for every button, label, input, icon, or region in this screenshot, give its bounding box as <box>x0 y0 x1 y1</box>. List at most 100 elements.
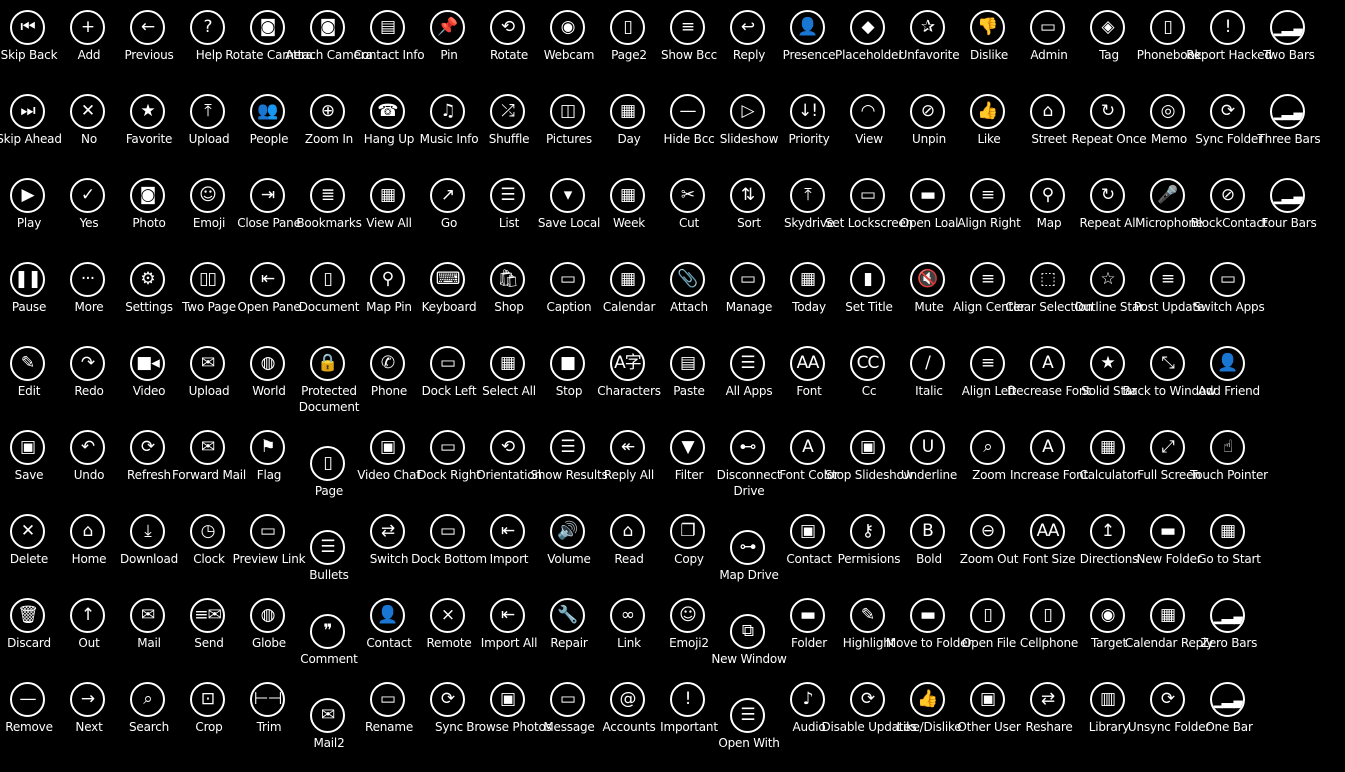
icon-button-stop[interactable]: ■ Stop <box>539 336 599 420</box>
icon-button-page2[interactable]: ▯ Page2 <box>599 0 659 84</box>
icon-button-send[interactable]: ≡✉ Send <box>179 588 239 672</box>
icon-button-search[interactable]: ⌕ Search <box>119 672 179 756</box>
icon-button-more[interactable]: ··· More <box>59 252 119 336</box>
icon-button-sort[interactable]: ⇅ Sort <box>719 168 779 252</box>
icon-button-pictures[interactable]: ◫ Pictures <box>539 84 599 168</box>
icon-button-protected-document[interactable]: 🔒 Protected Document <box>299 336 359 420</box>
icon-button-out[interactable]: ↑ Out <box>59 588 119 672</box>
icon-button-reshare[interactable]: ⇄ Reshare <box>1019 672 1079 756</box>
icon-button-open-file[interactable]: ▯ Open File <box>959 588 1019 672</box>
icon-button-bookmarks[interactable]: ≣ Bookmarks <box>296 168 362 252</box>
icon-button-hang-up[interactable]: ☎ Hang Up <box>359 84 419 168</box>
icon-button-link[interactable]: ∞ Link <box>599 588 659 672</box>
icon-button-show-results[interactable]: ☰ Show Results <box>530 420 608 504</box>
icon-button-tag[interactable]: ◈ Tag <box>1079 0 1139 84</box>
icon-button-keyboard[interactable]: ⌨ Keyboard <box>419 252 479 336</box>
icon-button-phone[interactable]: ✆ Phone <box>359 336 419 420</box>
icon-button-discard[interactable]: 🗑 Discard <box>0 588 59 672</box>
icon-button-import-all[interactable]: ⇤ Import All <box>479 588 539 672</box>
icon-button-zoom[interactable]: ⌕ Zoom <box>959 420 1019 504</box>
icon-button-upload-chat[interactable]: ✉ Upload <box>179 336 239 420</box>
icon-button-show-bcc[interactable]: ≡ Show Bcc <box>659 0 719 84</box>
icon-button-italic[interactable]: / Italic <box>899 336 959 420</box>
icon-button-cellphone[interactable]: ▯ Cellphone <box>1019 588 1079 672</box>
icon-button-emoji2[interactable]: ☺ Emoji2 <box>659 588 719 672</box>
icon-button-previous[interactable]: ← Previous <box>119 0 179 84</box>
icon-button-skydrive[interactable]: ⤒ Skydrive <box>779 168 839 252</box>
icon-button-undo[interactable]: ↶ Undo <box>59 420 119 504</box>
icon-button-delete[interactable]: ✕ Delete <box>0 504 59 588</box>
icon-button-library[interactable]: ▥ Library <box>1079 672 1139 756</box>
icon-button-map-drive[interactable]: ⊶ Map Drive <box>719 520 779 604</box>
icon-button-forward-mail[interactable]: ✉ Forward Mail <box>172 420 246 504</box>
icon-button-calendar-reply[interactable]: ▦ Calendar Reply <box>1125 588 1213 672</box>
icon-button-align-center[interactable]: ≡ Align Center <box>953 252 1025 336</box>
icon-button-week[interactable]: ▦ Week <box>599 168 659 252</box>
icon-button-trim[interactable]: ⊢⊣ Trim <box>239 672 299 756</box>
icon-button-font[interactable]: AA Font <box>779 336 839 420</box>
icon-button-like[interactable]: 👍 Like <box>959 84 1019 168</box>
icon-button-mail2[interactable]: ✉ Mail2 <box>299 688 359 772</box>
icon-button-priority[interactable]: ↓! Priority <box>779 84 839 168</box>
icon-button-contact[interactable]: 👤 Contact <box>359 588 419 672</box>
icon-button-list[interactable]: ☰ List <box>479 168 539 252</box>
icon-button-browse-photos[interactable]: ▣ Browse Photos <box>466 672 552 756</box>
icon-button-go[interactable]: ↗ Go <box>419 168 479 252</box>
icon-button-mail[interactable]: ✉ Mail <box>119 588 179 672</box>
icon-button-calendar[interactable]: ▦ Calendar <box>599 252 659 336</box>
icon-button-unsync-folder[interactable]: ⟳ Unsync Folder <box>1128 672 1210 756</box>
icon-button-skip-back[interactable]: ⏮ Skip Back <box>0 0 59 84</box>
icon-button-post-update[interactable]: ≡ Post Update <box>1134 252 1204 336</box>
icon-button-characters[interactable]: A字 Characters <box>597 336 661 420</box>
icon-button-open-with[interactable]: ☰ Open With <box>718 688 780 772</box>
icon-button-view-all[interactable]: ▦ View All <box>359 168 419 252</box>
icon-button-one-bar[interactable]: ▁▂▃ One Bar <box>1199 672 1259 756</box>
icon-button-no[interactable]: ✕ No <box>59 84 119 168</box>
icon-button-go-to-start[interactable]: ▦ Go to Start <box>1197 504 1261 588</box>
icon-button-bullets[interactable]: ☰ Bullets <box>299 520 359 604</box>
icon-button-attach[interactable]: 📎 Attach <box>659 252 719 336</box>
icon-button-next[interactable]: → Next <box>59 672 119 756</box>
icon-button-today[interactable]: ▦ Today <box>779 252 839 336</box>
icon-button-close-pane[interactable]: ⇥ Close Pane <box>237 168 301 252</box>
icon-button-volume[interactable]: 🔊 Volume <box>539 504 599 588</box>
icon-button-skip-ahead[interactable]: ⏭ Skip Ahead <box>0 84 62 168</box>
icon-button-yes[interactable]: ✓ Yes <box>59 168 119 252</box>
icon-button-select-all[interactable]: ▦ Select All <box>479 336 539 420</box>
icon-button-music-info[interactable]: ♫ Music Info <box>419 84 479 168</box>
icon-button-outline-star[interactable]: ☆ Outline Star <box>1074 252 1144 336</box>
icon-button-folder[interactable]: ▬ Folder <box>779 588 839 672</box>
icon-button-move-to-folder[interactable]: ▬ Move to Folder <box>886 588 972 672</box>
icon-button-new-folder[interactable]: ▬ New Folder <box>1136 504 1202 588</box>
icon-button-people[interactable]: 👥 People <box>239 84 299 168</box>
icon-button-dock-bottom[interactable]: ▭ Dock Bottom <box>411 504 487 588</box>
icon-button-calculator[interactable]: ▦ Calculator <box>1079 420 1139 504</box>
icon-button-world[interactable]: ◍ World <box>239 336 299 420</box>
icon-button-accounts[interactable]: @ Accounts <box>599 672 659 756</box>
icon-button-open-local[interactable]: ▬ Open Loal <box>899 168 959 252</box>
icon-button-underline[interactable]: U Underline <box>899 420 959 504</box>
icon-button-three-bars[interactable]: ▁▂▃ Three Bars <box>1258 84 1321 168</box>
icon-button-important[interactable]: ! Important <box>659 672 719 756</box>
icon-button-play[interactable]: ▶ Play <box>0 168 59 252</box>
icon-button-increase-font[interactable]: A Increase Font <box>1010 420 1088 504</box>
icon-button-map-pin[interactable]: ⚲ Map Pin <box>359 252 419 336</box>
icon-button-manage[interactable]: ▭ Manage <box>719 252 779 336</box>
icon-button-memo[interactable]: ◎ Memo <box>1139 84 1199 168</box>
icon-button-disable-updates[interactable]: ⟳ Disable Updates <box>821 672 917 756</box>
icon-button-paste[interactable]: ▤ Paste <box>659 336 719 420</box>
icon-button-mute[interactable]: 🔇 Mute <box>899 252 959 336</box>
icon-button-contact-card[interactable]: ▣ Contact <box>779 504 839 588</box>
icon-button-touch-pointer[interactable]: ☝ Touch Pointer <box>1190 420 1268 504</box>
icon-button-street[interactable]: ⌂ Street <box>1019 84 1079 168</box>
icon-button-zoom-out[interactable]: ⊖ Zoom Out <box>959 504 1019 588</box>
icon-button-switch[interactable]: ⇄ Switch <box>359 504 419 588</box>
icon-button-message[interactable]: ▭ Message <box>539 672 599 756</box>
icon-button-phonebook[interactable]: ▯ Phonebook <box>1137 0 1202 84</box>
icon-button-edit[interactable]: ✎ Edit <box>0 336 59 420</box>
icon-button-full-screen[interactable]: ⤢ Full Screen <box>1137 420 1201 504</box>
icon-button-reply-all[interactable]: ↞ Reply All <box>599 420 659 504</box>
icon-button-directions[interactable]: ↥ Directions <box>1079 504 1139 588</box>
icon-button-set-title[interactable]: ▮ Set Title <box>839 252 899 336</box>
icon-button-switch-apps[interactable]: ▭ Switch Apps <box>1194 252 1265 336</box>
